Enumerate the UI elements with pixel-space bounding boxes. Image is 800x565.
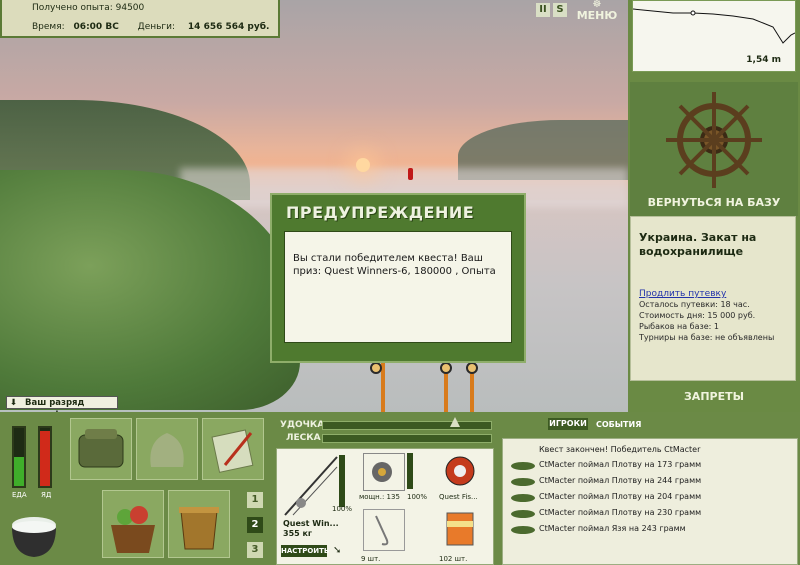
warning-dialog[interactable]: ПРЕДУПРЕЖДЕНИЕ Вы стали победителем квес… (270, 193, 526, 363)
arrow-icon: ➘ (333, 545, 342, 556)
line-slider[interactable] (322, 434, 492, 443)
reel-icon (370, 362, 382, 374)
food-level (14, 457, 24, 486)
page-button-3[interactable]: 3 (247, 542, 263, 558)
dialog-message: Вы стали победителем квеста! Ваш приз: Q… (284, 231, 512, 343)
tackle-bag-icon (78, 429, 124, 468)
log-entry: CtMacter поймал Плотву на 173 грамм (539, 460, 702, 469)
log-entry: CtMacter поймал Плотву на 244 грамм (539, 476, 702, 485)
info-line: Осталось путевки: 18 час. (639, 300, 750, 309)
log-entry: CtMacter поймал Плотву на 204 грамм (539, 492, 702, 501)
arrow-icon: ⬇ (10, 398, 18, 408)
bans-button[interactable]: ЗАПРЕТЫ (630, 390, 798, 406)
notebook-icon (211, 429, 254, 473)
rank-up-notice[interactable]: ⬇ Ваш разряд вырос! (6, 396, 118, 420)
fish-icon (511, 494, 535, 502)
log-entry: CtMacter поймал Плотву на 230 грамм (539, 508, 702, 517)
hooks-count: 9 шт. (361, 555, 381, 563)
pot-icon[interactable] (8, 505, 60, 560)
bait-count: 102 шт. (439, 555, 468, 563)
stats-panel: Получено опыта: 94500 Время: 06:00 ВС Де… (0, 0, 280, 38)
reel-icon (372, 462, 392, 482)
rod-label: УДОЧКА (280, 420, 325, 430)
dialog-title: ПРЕДУПРЕЖДЕНИЕ (286, 203, 475, 222)
sun (356, 158, 370, 172)
float-bobber (408, 168, 413, 180)
page-button-2[interactable]: 2 (247, 517, 263, 533)
rod-name: Quest Win... (283, 519, 339, 528)
exp-row: Получено опыта: 94500 (32, 3, 144, 13)
tackle-panel: 100% Quest Win... 355 кг НАСТРОИТЬ ➘ мощ… (276, 448, 494, 565)
poison-level (40, 430, 50, 486)
fish-icon (511, 526, 535, 534)
rod-weight: 355 кг (283, 529, 313, 538)
inventory-slot-book[interactable] (202, 418, 264, 480)
rod-percent: 100% (332, 505, 353, 513)
rod-durability-bar (339, 455, 345, 507)
reel-slot[interactable] (363, 453, 405, 491)
menu-button[interactable]: ☸ МЕНЮ (574, 0, 620, 22)
events-log: Квест закончен! Победитель CtMacter CtMa… (502, 438, 798, 565)
reel-percent: 100% (407, 493, 428, 501)
rod-slider[interactable] (322, 421, 492, 430)
line-name: Quest Fis... (439, 493, 478, 501)
info-line: Стоимость дня: 15 000 руб. (639, 311, 756, 320)
line-slot[interactable] (443, 453, 477, 489)
money-label: Деньги: (137, 22, 176, 32)
food-meter (12, 426, 26, 488)
line-spool-icon (445, 456, 475, 486)
money-value: 14 656 564 руб. (187, 22, 270, 32)
reel-icon (440, 362, 452, 374)
pause-button[interactable]: II (536, 3, 550, 17)
slider-handle[interactable] (450, 417, 460, 427)
bait-can-icon (446, 512, 474, 546)
reel-power: мощн.: 135 (359, 493, 400, 501)
extend-permit-link[interactable]: Продлить путевку (639, 289, 787, 299)
page-button-1[interactable]: 1 (247, 492, 263, 508)
ship-wheel-icon (666, 92, 762, 188)
menu-wheel-icon: ☸ (592, 0, 602, 10)
setup-button[interactable]: НАСТРОИТЬ (281, 545, 329, 557)
food-basket-icon (111, 506, 155, 553)
time-label: Время: (32, 22, 65, 32)
reel-durability-bar (407, 453, 413, 489)
info-line: Турниры на базе: не объявлены (639, 333, 775, 342)
reel-icon (466, 362, 478, 374)
menu-label: МЕНЮ (576, 9, 618, 22)
inventory-slot-bucket[interactable] (168, 490, 230, 558)
time-money-row: Время: 06:00 ВС Деньги: 14 656 564 руб. (32, 22, 269, 32)
exp-label: Получено опыта: (32, 3, 113, 13)
info-line: Рыбаков на базе: 1 (639, 322, 719, 331)
sack-icon (150, 433, 184, 467)
poison-label: ЯД (41, 491, 52, 499)
return-to-base-button[interactable]: ВЕРНУТЬСЯ НА БАЗУ (630, 196, 798, 212)
poison-meter (38, 426, 52, 488)
hook-slot[interactable] (363, 509, 405, 551)
tab-players[interactable]: ИГРОКИ (548, 418, 588, 430)
depth-value: 1,54 m (746, 55, 781, 65)
tab-events[interactable]: СОБЫТИЯ (596, 420, 641, 429)
sound-button[interactable]: S (553, 3, 567, 17)
fish-icon (511, 462, 535, 470)
location-info: Украина. Закат на водохранилище Продлить… (630, 216, 796, 381)
time-value: 06:00 ВС (73, 22, 119, 32)
bait-slot[interactable] (443, 509, 477, 549)
inventory-slot-sack[interactable] (136, 418, 198, 480)
inventory-slot-bag[interactable] (70, 418, 132, 480)
exp-value: 94500 (115, 3, 145, 13)
rod-icon (284, 456, 338, 516)
log-entry: CtMacter поймал Язя на 243 грамм (539, 524, 686, 533)
fish-icon (511, 478, 535, 486)
fish-icon (511, 510, 535, 518)
inventory-slot-basket[interactable] (102, 490, 164, 558)
bucket-icon (179, 507, 219, 550)
depth-graph: 1,54 m (632, 0, 796, 72)
hook-icon (375, 515, 389, 546)
location-name: Украина. Закат на водохранилище (639, 231, 757, 258)
log-header: Квест закончен! Победитель CtMacter (539, 445, 701, 454)
food-label: ЕДА (12, 491, 27, 499)
line-label: ЛЕСКА (286, 433, 321, 443)
